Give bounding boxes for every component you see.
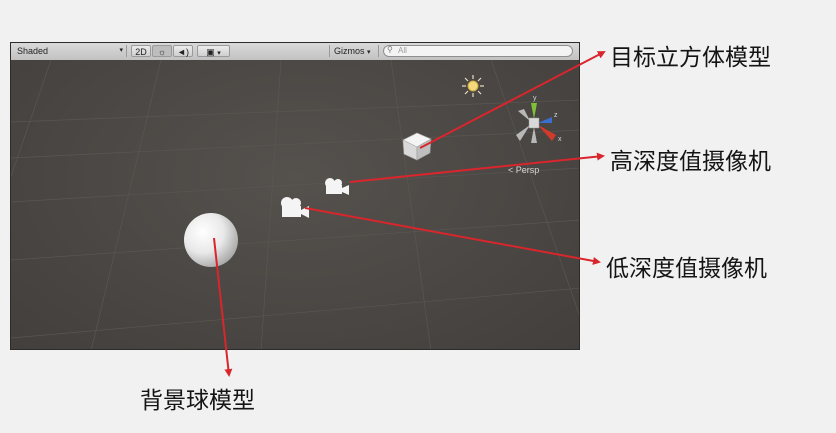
arrow-high-depth-camera	[349, 152, 605, 183]
label-background-sphere: 背景球模型	[140, 388, 255, 414]
label-high-depth-camera: 高深度值摄像机	[610, 149, 771, 175]
arrow-low-depth-camera	[304, 207, 601, 265]
arrow-background-sphere	[213, 237, 233, 377]
label-low-depth-camera: 低深度值摄像机	[606, 256, 767, 282]
label-target-cube: 目标立方体模型	[610, 45, 771, 71]
arrow-target-cube	[419, 51, 606, 149]
